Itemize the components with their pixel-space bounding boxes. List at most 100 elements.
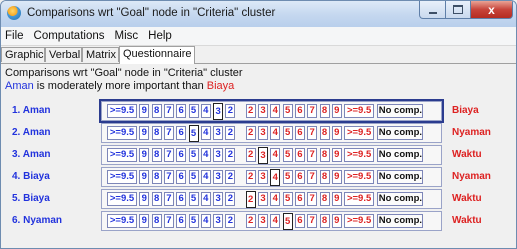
scale-cell-right-9[interactable]: 9 (331, 192, 342, 206)
tab-graphic[interactable]: Graphic (1, 47, 45, 62)
scale-cell-left->=9.5[interactable]: >=9.5 (107, 214, 137, 228)
scale-cell-left-7[interactable]: 7 (163, 148, 174, 162)
scale-cell-right->=9.5[interactable]: >=9.5 (344, 126, 375, 140)
scale-cell-left-2[interactable]: 2 (225, 192, 236, 206)
scale-cell-left-6[interactable]: 6 (176, 148, 187, 162)
scale-cell-right-7[interactable]: 7 (307, 104, 318, 118)
scale-cell-left-9[interactable]: 9 (139, 170, 150, 184)
no-comparison-button[interactable]: No comp. (377, 126, 424, 140)
menu-computations[interactable]: Computations (29, 30, 110, 42)
scale-cell-left-4[interactable]: 4 (200, 104, 211, 118)
scale-cell-right-7[interactable]: 7 (307, 148, 318, 162)
scale-cell-right-5[interactable]: 5 (282, 126, 293, 140)
scale-cell-right-5[interactable]: 5 (282, 170, 293, 184)
scale-cell-left-3[interactable]: 3 (213, 170, 224, 184)
scale-cell-right-7[interactable]: 7 (307, 170, 318, 184)
scale-cell-left-2[interactable]: 2 (225, 148, 236, 162)
scale-cell-left-8[interactable]: 8 (151, 148, 162, 162)
scale-cell-right-6[interactable]: 6 (294, 192, 305, 206)
scale-cell-left-3[interactable]: 3 (213, 214, 224, 228)
scale-cell-left->=9.5[interactable]: >=9.5 (107, 104, 137, 118)
scale-cell-left->=9.5[interactable]: >=9.5 (107, 170, 137, 184)
scale-cell-left-7[interactable]: 7 (163, 170, 174, 184)
scale-cell-right-7[interactable]: 7 (307, 214, 318, 228)
menu-misc[interactable]: Misc (110, 30, 144, 42)
scale-cell-left-8[interactable]: 8 (151, 126, 162, 140)
scale-cell-left-4[interactable]: 4 (200, 214, 211, 228)
scale-cell-right-9[interactable]: 9 (331, 126, 342, 140)
scale-cell-right-2[interactable]: 2 (245, 191, 256, 208)
scale-cell-left-9[interactable]: 9 (139, 192, 150, 206)
scale-cell-right->=9.5[interactable]: >=9.5 (344, 192, 375, 206)
maximize-button[interactable] (445, 1, 471, 19)
scale-cell-left-8[interactable]: 8 (151, 170, 162, 184)
scale-cell-right-9[interactable]: 9 (331, 148, 342, 162)
scale-cell-right-3[interactable]: 3 (258, 147, 268, 164)
scale-cell-right-3[interactable]: 3 (258, 214, 268, 228)
scale-cell-right-7[interactable]: 7 (307, 126, 318, 140)
scale-cell-left-4[interactable]: 4 (200, 192, 211, 206)
scale-cell-left-9[interactable]: 9 (139, 104, 150, 118)
scale-cell-right-6[interactable]: 6 (294, 170, 305, 184)
scale-cell-right-2[interactable]: 2 (245, 126, 256, 140)
no-comparison-button[interactable]: No comp. (377, 170, 424, 184)
scale-cell-left-2[interactable]: 2 (225, 214, 236, 228)
scale-cell-right->=9.5[interactable]: >=9.5 (344, 104, 375, 118)
scale-cell-left-2[interactable]: 2 (225, 126, 236, 140)
scale-cell-left->=9.5[interactable]: >=9.5 (107, 148, 137, 162)
scale-cell-right-2[interactable]: 2 (245, 170, 256, 184)
scale-cell-left-5[interactable]: 5 (188, 148, 199, 162)
scale-cell-left-6[interactable]: 6 (176, 170, 187, 184)
scale-cell-left-5[interactable]: 5 (188, 104, 199, 118)
no-comparison-button[interactable]: No comp. (377, 214, 424, 228)
scale-cell-right->=9.5[interactable]: >=9.5 (344, 170, 375, 184)
scale-cell-right-2[interactable]: 2 (245, 148, 256, 162)
scale-cell-right-8[interactable]: 8 (319, 170, 330, 184)
scale-cell-right->=9.5[interactable]: >=9.5 (344, 214, 375, 228)
scale-cell-right-6[interactable]: 6 (294, 104, 305, 118)
scale-cell-right-3[interactable]: 3 (258, 170, 268, 184)
menu-help[interactable]: Help (143, 30, 177, 42)
scale-cell-left-2[interactable]: 2 (225, 170, 236, 184)
scale-cell-left-7[interactable]: 7 (163, 104, 174, 118)
scale-cell-left-2[interactable]: 2 (225, 104, 236, 118)
scale-cell-left-3[interactable]: 3 (213, 126, 224, 140)
scale-cell-left-6[interactable]: 6 (176, 192, 187, 206)
scale-cell-right-4[interactable]: 4 (270, 126, 281, 140)
scale-cell-right-4[interactable]: 4 (270, 192, 281, 206)
close-button[interactable]: x (470, 1, 513, 19)
scale-cell-right-3[interactable]: 3 (258, 126, 268, 140)
tab-verbal[interactable]: Verbal (45, 47, 82, 62)
no-comparison-button[interactable]: No comp. (377, 104, 424, 118)
no-comparison-button[interactable]: No comp. (377, 148, 424, 162)
scale-cell-left-5[interactable]: 5 (188, 170, 199, 184)
scale-cell-right-2[interactable]: 2 (245, 214, 256, 228)
tab-matrix[interactable]: Matrix (82, 47, 119, 62)
scale-cell-left-8[interactable]: 8 (151, 104, 162, 118)
scale-cell-left-9[interactable]: 9 (139, 126, 150, 140)
scale-cell-right-8[interactable]: 8 (319, 126, 330, 140)
scale-cell-right-5[interactable]: 5 (282, 192, 293, 206)
scale-cell-left-3[interactable]: 3 (213, 192, 224, 206)
scale-cell-left-5[interactable]: 5 (188, 192, 199, 206)
scale-cell-right-6[interactable]: 6 (294, 148, 305, 162)
tab-questionnaire[interactable]: Questionnaire (119, 46, 195, 64)
scale-cell-left-9[interactable]: 9 (139, 148, 150, 162)
scale-cell-right-3[interactable]: 3 (258, 104, 268, 118)
scale-cell-right-8[interactable]: 8 (319, 148, 330, 162)
scale-cell-right-4[interactable]: 4 (270, 169, 281, 186)
scale-cell-left-7[interactable]: 7 (163, 126, 174, 140)
scale-cell-left-9[interactable]: 9 (139, 214, 150, 228)
scale-cell-left-6[interactable]: 6 (176, 214, 187, 228)
scale-cell-left-8[interactable]: 8 (151, 214, 162, 228)
scale-cell-right-5[interactable]: 5 (282, 104, 293, 118)
scale-cell-right-4[interactable]: 4 (270, 214, 281, 228)
title-bar[interactable]: Comparisons wrt "Goal" node in "Criteria… (1, 1, 516, 27)
scale-cell-left-4[interactable]: 4 (200, 170, 211, 184)
scale-cell-right-8[interactable]: 8 (319, 104, 330, 118)
scale-cell-left->=9.5[interactable]: >=9.5 (107, 192, 137, 206)
scale-cell-right-8[interactable]: 8 (319, 214, 330, 228)
scale-cell-right-4[interactable]: 4 (270, 104, 281, 118)
scale-cell-left-4[interactable]: 4 (200, 148, 211, 162)
scale-cell-left-3[interactable]: 3 (213, 148, 224, 162)
